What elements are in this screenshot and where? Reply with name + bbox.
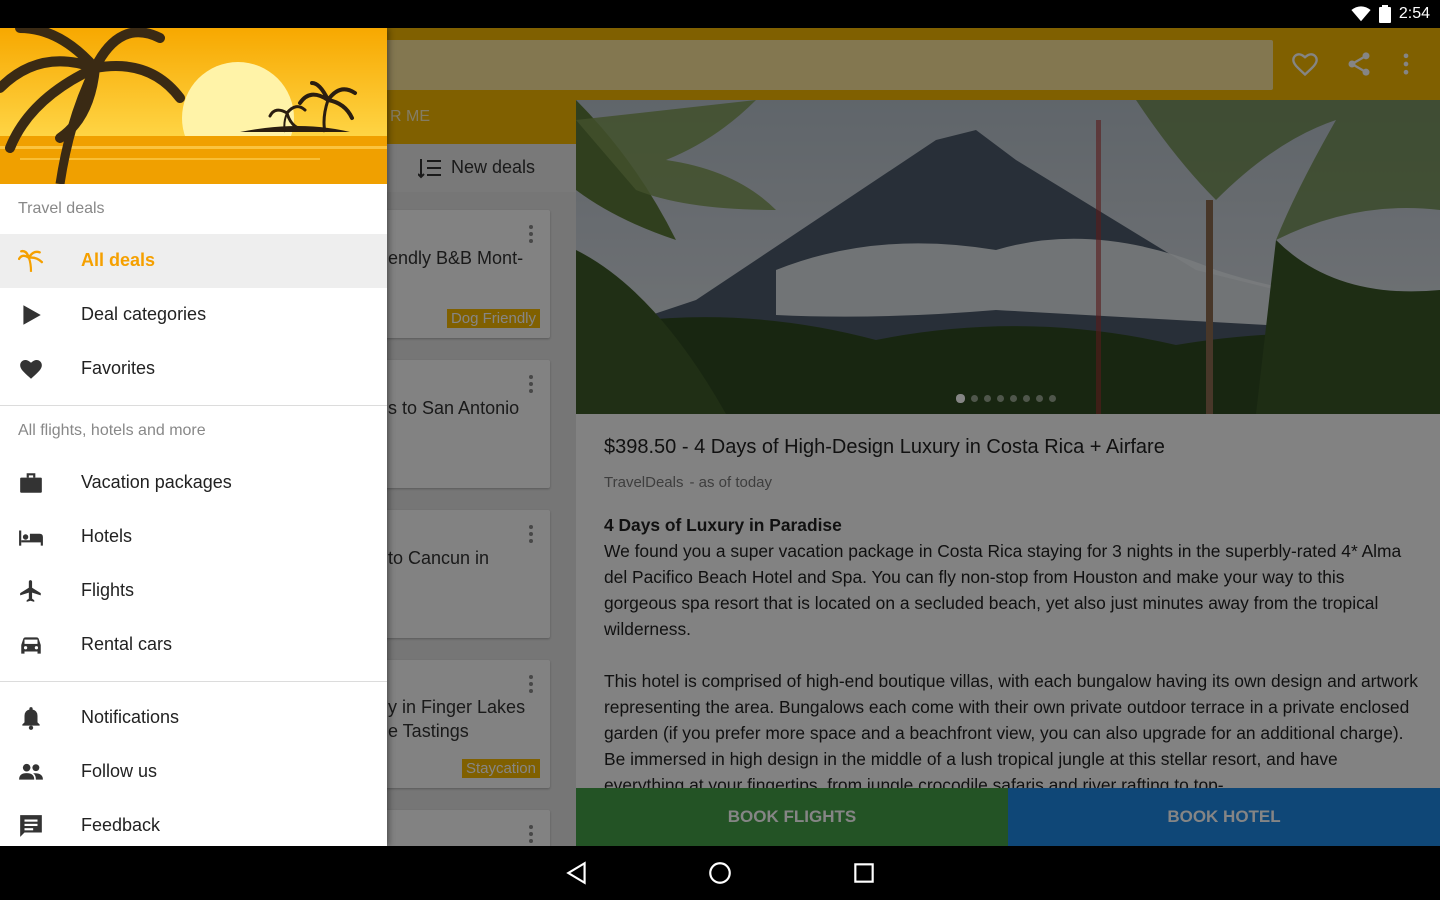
navigation-drawer: Travel deals All deals Deal categories F… <box>0 28 387 846</box>
status-time: 2:54 <box>1398 5 1430 22</box>
section-travel-deals: Travel deals <box>18 200 105 217</box>
wifi-icon <box>1351 6 1371 22</box>
drawer-item-label: Deal categories <box>81 304 207 324</box>
drawer-item-notifications[interactable]: Notifications <box>0 691 387 745</box>
play-arrow-icon <box>23 305 41 325</box>
drawer-item-flights[interactable]: Flights <box>0 564 387 618</box>
status-bar: 2:54 <box>0 0 1440 28</box>
drawer-divider <box>0 681 387 682</box>
drawer-header-image <box>0 28 387 184</box>
briefcase-icon <box>20 473 42 493</box>
drawer-item-feedback[interactable]: Feedback <box>0 799 387 846</box>
battery-icon <box>1378 5 1391 23</box>
drawer-divider <box>0 405 387 406</box>
bell-icon <box>22 707 40 730</box>
drawer-item-label: Hotels <box>81 526 133 546</box>
drawer-item-label: All deals <box>81 250 156 270</box>
drawer-item-rental-cars[interactable]: Rental cars <box>0 618 387 672</box>
palm-tree-icon <box>18 249 44 272</box>
section-all-flights: All flights, hotels and more <box>18 422 206 439</box>
drawer-item-hotels[interactable]: Hotels <box>0 510 387 564</box>
drawer-item-label: Rental cars <box>81 634 173 654</box>
people-icon <box>19 763 43 780</box>
drawer-item-all-deals[interactable]: All deals <box>0 234 387 288</box>
heart-icon <box>20 360 42 379</box>
screen: 2:54 R ME New deals endly B&B Mont- Dog … <box>0 0 1440 900</box>
drawer-item-favorites[interactable]: Favorites <box>0 342 387 396</box>
drawer-item-label: Follow us <box>81 761 158 781</box>
app: R ME New deals endly B&B Mont- Dog Frien… <box>0 28 1440 846</box>
airplane-icon <box>20 580 41 602</box>
feedback-icon <box>20 815 42 837</box>
back-icon[interactable] <box>564 860 590 886</box>
drawer-item-label: Flights <box>81 580 135 600</box>
recents-icon[interactable] <box>851 860 877 886</box>
home-icon[interactable] <box>707 860 733 886</box>
drawer-item-follow-us[interactable]: Follow us <box>0 745 387 799</box>
car-icon <box>21 637 41 654</box>
drawer-item-label: Notifications <box>81 707 180 727</box>
drawer-item-label: Vacation packages <box>81 472 232 492</box>
drawer-item-label: Favorites <box>81 358 156 378</box>
drawer-item-deal-categories[interactable]: Deal categories <box>0 288 387 342</box>
sunset-palm-illustration <box>0 28 387 184</box>
drawer-item-vacation-packages[interactable]: Vacation packages <box>0 456 387 510</box>
drawer-item-label: Feedback <box>81 815 161 835</box>
system-nav-bar <box>0 846 1440 900</box>
bed-icon <box>19 530 43 546</box>
